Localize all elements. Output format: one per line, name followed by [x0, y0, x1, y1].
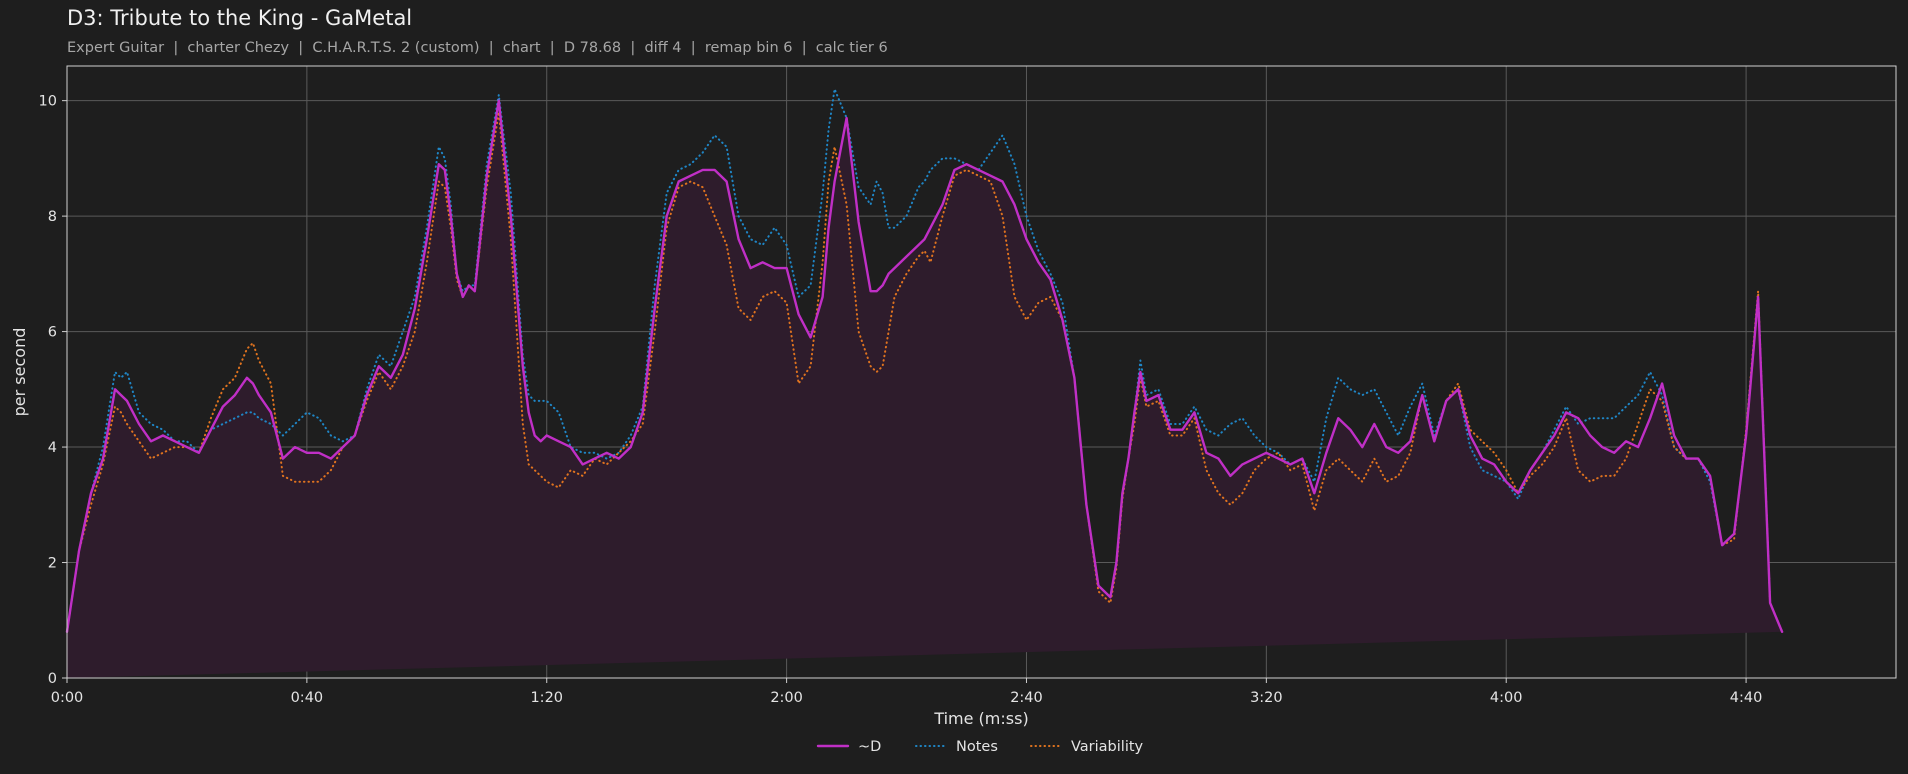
y-tick-label: 10: [39, 94, 57, 110]
y-tick-label: 4: [48, 440, 57, 456]
y-tick-label: 6: [48, 325, 57, 341]
x-tick-label: 4:00: [1490, 690, 1523, 706]
legend-label: Notes: [956, 739, 998, 755]
y-tick-label: 0: [48, 671, 57, 687]
x-tick-label: 2:40: [1010, 690, 1043, 706]
x-tick-label: 0:40: [291, 690, 324, 706]
y-tick-label: 8: [48, 209, 57, 225]
legend-item-notes: Notes: [915, 739, 998, 755]
x-tick-label: 0:00: [51, 690, 84, 706]
x-tick-label: 3:20: [1250, 690, 1283, 706]
y-tick-label: 2: [48, 556, 57, 572]
x-tick-label: 2:00: [770, 690, 803, 706]
y-axis-label: per second: [10, 328, 29, 417]
x-axis-ticks: 0:00 0:40 1:20 2:00 2:40 3:20 4:00 4:40: [51, 678, 1763, 706]
chart-figure: 0:00 0:40 1:20 2:00 2:40 3:20 4:00 4:40 0 2 4 6 8 10…: [10, 65, 1897, 755]
legend-item-variability: Variability: [1030, 739, 1144, 755]
legend-item-d: ~D: [816, 739, 881, 755]
x-axis-label: Time (m:ss): [933, 709, 1028, 728]
series-area-d: [67, 100, 1783, 679]
x-tick-label: 4:40: [1730, 690, 1763, 706]
x-tick-label: 1:20: [530, 690, 563, 706]
area-fill-layer: [67, 100, 1783, 679]
y-axis-ticks: 0 2 4 6 8 10: [39, 94, 67, 687]
legend-label: Variability: [1071, 739, 1144, 755]
legend: ~D Notes Variability: [816, 739, 1144, 755]
legend-label: ~D: [858, 739, 881, 755]
